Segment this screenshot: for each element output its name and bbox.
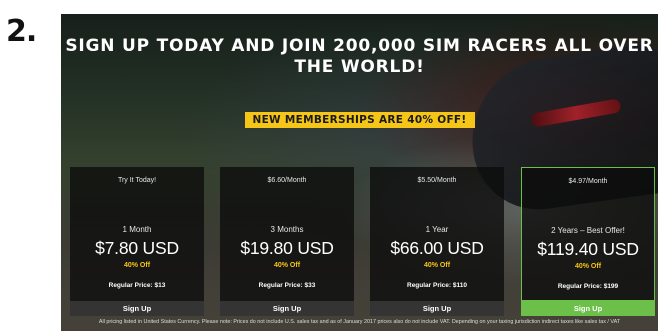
plan-discount: 40% Off <box>574 263 602 270</box>
plan-discount: 40% Off <box>123 262 151 269</box>
signup-button-1-year[interactable]: Sign Up <box>370 301 504 316</box>
plan-subtitle: $4.97/Month <box>568 178 608 185</box>
plan-card-2-years: $4.97/Month 2 Years – Best Offer! $119.4… <box>521 167 655 301</box>
plan-card-1-month: Try It Today! 1 Month $7.80 USD 40% Off … <box>70 167 204 301</box>
signup-button-2-years[interactable]: Sign Up <box>521 301 655 316</box>
pricing-fine-print: All pricing listed in United States Curr… <box>98 319 621 325</box>
signup-button-3-months[interactable]: Sign Up <box>220 301 354 316</box>
plan-price: $119.40 USD <box>537 239 639 259</box>
signup-button-1-month[interactable]: Sign Up <box>70 301 204 316</box>
plan-term: 2 Years – Best Offer! <box>551 226 625 235</box>
plan-discount: 40% Off <box>423 262 451 269</box>
plan-subtitle: Try It Today! <box>117 177 157 184</box>
plan-price: $19.80 USD <box>240 238 334 258</box>
promo-banner: NEW MEMBERSHIPS ARE 40% OFF! <box>61 110 658 128</box>
promo-text: NEW MEMBERSHIPS ARE 40% OFF! <box>244 112 475 128</box>
step-number: 2. <box>6 14 37 49</box>
plan-discount: 40% Off <box>273 262 301 269</box>
plan-regular-price: Regular Price: $110 <box>407 282 467 289</box>
hero-banner: SIGN UP TODAY AND JOIN 200,000 SIM RACER… <box>61 14 658 331</box>
plan-regular-price: Regular Price: $13 <box>108 282 166 289</box>
plan-term: 3 Months <box>270 225 304 234</box>
plan-subtitle: $5.50/Month <box>417 177 457 184</box>
plan-regular-price: Regular Price: $33 <box>258 282 316 289</box>
plan-subtitle: $6.60/Month <box>267 177 307 184</box>
hero-headline: SIGN UP TODAY AND JOIN 200,000 SIM RACER… <box>65 36 654 77</box>
plan-card-1-year: $5.50/Month 1 Year $66.00 USD 40% Off Re… <box>370 167 504 301</box>
plan-price: $7.80 USD <box>95 238 179 258</box>
plan-price: $66.00 USD <box>390 238 484 258</box>
plan-regular-price: Regular Price: $199 <box>557 283 619 290</box>
plan-term: 1 Month <box>122 225 152 234</box>
plan-term: 1 Year <box>425 225 449 234</box>
plan-card-3-months: $6.60/Month 3 Months $19.80 USD 40% Off … <box>220 167 354 301</box>
